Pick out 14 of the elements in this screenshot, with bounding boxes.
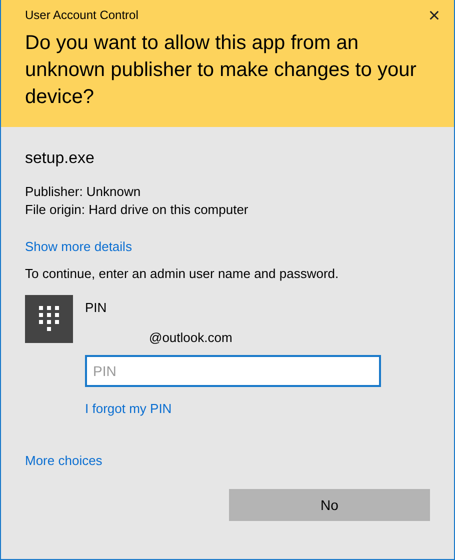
window-title: User Account Control (25, 7, 138, 24)
more-choices-link[interactable]: More choices (25, 453, 102, 468)
app-name: setup.exe (25, 149, 96, 169)
no-button[interactable]: No (229, 489, 430, 521)
instruction-text: To continue, enter an admin user name and password. (25, 265, 340, 283)
publisher-text: Publisher: Unknown (25, 183, 142, 201)
origin-text: File origin: Hard drive on this computer (25, 201, 250, 219)
close-button[interactable]: × (426, 6, 442, 26)
account-email: @outlook.com (149, 329, 232, 347)
account-label: PIN (85, 299, 107, 317)
details-link[interactable]: Show more details (25, 239, 132, 254)
forgot-pin-link[interactable]: I forgot my PIN (85, 401, 172, 416)
question-text: Do you want to allow this app from an unknown publisher to make changes to your device? (25, 31, 418, 110)
pin-field[interactable]: PIN (85, 355, 381, 387)
